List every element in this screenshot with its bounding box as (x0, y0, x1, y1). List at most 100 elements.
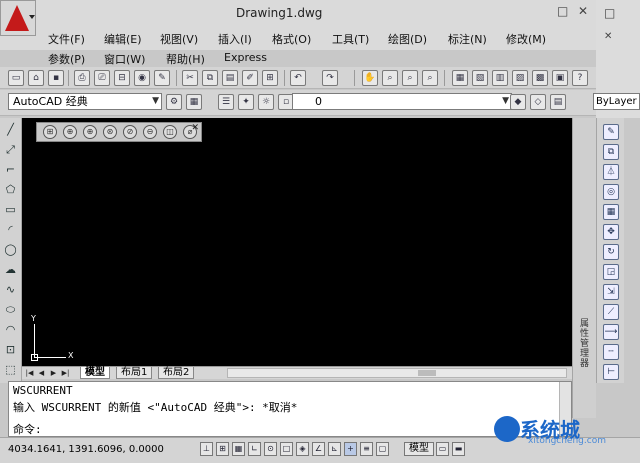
markup-icon[interactable]: ▩ (532, 70, 548, 86)
ellipse-icon[interactable]: ⬭ (3, 302, 18, 317)
make-current-layer-icon[interactable]: ◆ (510, 94, 526, 110)
polyline-icon[interactable]: ⌐ (3, 162, 18, 177)
model-space-button[interactable]: 模型 (404, 442, 434, 456)
layer-manager-icon[interactable]: ☰ (218, 94, 234, 110)
menu-view[interactable]: 视图(V) (160, 31, 198, 47)
tool-palettes-icon[interactable]: ▥ (492, 70, 508, 86)
design-center-icon[interactable]: ▧ (472, 70, 488, 86)
calculator-icon[interactable]: ▣ (552, 70, 568, 86)
infer-constraints-icon[interactable]: ⊥ (200, 442, 213, 456)
layer-select[interactable]: 0 ▼ (292, 93, 512, 110)
menu-window[interactable]: 窗口(W) (104, 51, 145, 67)
drawing-canvas[interactable] (22, 118, 572, 366)
join-icon[interactable]: ⊢ (603, 364, 619, 380)
layer-previous-icon[interactable]: ◇ (530, 94, 546, 110)
break-icon[interactable]: ╌ (603, 344, 619, 360)
zoom-previous-icon[interactable]: ⌕ (422, 70, 438, 86)
etransmit-icon[interactable]: ✎ (154, 70, 170, 86)
menu-file[interactable]: 文件(F) (48, 31, 85, 47)
quick-view-drawings-icon[interactable]: ▬ (452, 442, 465, 456)
offset-icon[interactable]: ◎ (603, 184, 619, 200)
copy-object-icon[interactable]: ⧉ (603, 144, 619, 160)
ellipse-arc-icon[interactable]: ◠ (3, 322, 18, 337)
insert-block-icon[interactable]: ⊡ (3, 342, 18, 357)
linetype-select[interactable]: ByLayer (593, 93, 640, 110)
mirror-icon[interactable]: ⏃ (603, 164, 619, 180)
dynamic-input-icon[interactable]: + (344, 442, 357, 456)
snap-mode-icon[interactable]: ⊞ (216, 442, 229, 456)
menu-express[interactable]: Express (224, 51, 267, 64)
stretch-icon[interactable]: ⇲ (603, 284, 619, 300)
undo-icon[interactable]: ↶ (290, 70, 306, 86)
layer-states-icon[interactable]: ▤ (550, 94, 566, 110)
print-preview-icon[interactable]: ⎚ (94, 70, 110, 86)
command-prompt[interactable]: 命令: (13, 421, 42, 437)
dynamic-ucs-icon[interactable]: ⊾ (328, 442, 341, 456)
first-tab-icon[interactable]: |◀ (24, 367, 35, 379)
3d-dwf-icon[interactable]: ◉ (134, 70, 150, 86)
circle-icon[interactable]: ◯ (3, 242, 18, 257)
view-cube-icon[interactable]: ⊞ (43, 125, 57, 139)
print-icon[interactable]: ⎙ (74, 70, 90, 86)
object-snap-icon[interactable]: □ (280, 442, 293, 456)
copy-icon[interactable]: ⧉ (202, 70, 218, 86)
walk-icon[interactable]: ◫ (163, 125, 177, 139)
properties-side-panel[interactable]: 属性管理器 (572, 118, 596, 418)
quick-properties-icon[interactable]: ▢ (376, 442, 389, 456)
block-editor-icon[interactable]: ⊞ (262, 70, 278, 86)
object-snap-tracking-icon[interactable]: ∠ (312, 442, 325, 456)
outer-close-button[interactable]: ✕ (604, 30, 612, 44)
lightbulb-icon[interactable]: ✦ (238, 94, 254, 110)
workspace-save-icon[interactable]: ▦ (186, 94, 202, 110)
menu-dimension[interactable]: 标注(N) (448, 31, 487, 47)
menu-draw[interactable]: 绘图(D) (388, 31, 427, 47)
make-block-icon[interactable]: ⬚ (3, 362, 18, 377)
last-tab-icon[interactable]: ▶| (60, 367, 71, 379)
match-properties-icon[interactable]: ✐ (242, 70, 258, 86)
application-menu-button[interactable] (0, 0, 36, 36)
orbit-icon[interactable]: ⊕ (63, 125, 77, 139)
publish-icon[interactable]: ⊟ (114, 70, 130, 86)
array-icon[interactable]: ▦ (603, 204, 619, 220)
next-tab-icon[interactable]: ▶ (48, 367, 59, 379)
menu-parametric[interactable]: 参数(P) (48, 51, 85, 67)
menu-insert[interactable]: 插入(I) (218, 31, 252, 47)
outer-restore-button[interactable]: □ (604, 6, 615, 20)
menu-edit[interactable]: 编辑(E) (104, 31, 142, 47)
grid-display-icon[interactable]: ▦ (232, 442, 245, 456)
3d-object-snap-icon[interactable]: ◈ (296, 442, 309, 456)
polygon-icon[interactable]: ⬠ (3, 182, 18, 197)
move-icon[interactable]: ✥ (603, 224, 619, 240)
scrollbar-thumb[interactable] (418, 370, 436, 376)
revision-cloud-icon[interactable]: ☁ (3, 262, 18, 277)
sheet-set-icon[interactable]: ▨ (512, 70, 528, 86)
swivel-icon[interactable]: ⊖ (143, 125, 157, 139)
lineweight-icon[interactable]: ≡ (360, 442, 373, 456)
erase-icon[interactable]: ✎ (603, 124, 619, 140)
adjust-distance-icon[interactable]: ⊘ (123, 125, 137, 139)
rectangle-icon[interactable]: ▭ (3, 202, 18, 217)
menu-modify[interactable]: 修改(M) (506, 31, 546, 47)
quick-view-layouts-icon[interactable]: ▭ (436, 442, 449, 456)
polar-tracking-icon[interactable]: ⊙ (264, 442, 277, 456)
close-icon[interactable]: ✕ (191, 123, 199, 133)
tab-layout1[interactable]: 布局1 (116, 367, 153, 379)
redo-icon[interactable]: ↷ (322, 70, 338, 86)
menu-format[interactable]: 格式(O) (272, 31, 311, 47)
rotate-icon[interactable]: ↻ (603, 244, 619, 260)
line-icon[interactable]: ╱ (3, 122, 18, 137)
paste-icon[interactable]: ▤ (222, 70, 238, 86)
menu-help[interactable]: 帮助(H) (166, 51, 205, 67)
properties-icon[interactable]: ▦ (452, 70, 468, 86)
workspace-select[interactable]: AutoCAD 经典 ▼ (8, 93, 162, 110)
restore-button[interactable]: □ (557, 4, 568, 18)
free-orbit-icon[interactable]: ⊕ (83, 125, 97, 139)
tab-layout2[interactable]: 布局2 (158, 367, 195, 379)
new-file-icon[interactable]: ▭ (8, 70, 24, 86)
construction-line-icon[interactable]: ⤢ (3, 142, 18, 157)
close-button[interactable]: ✕ (578, 4, 588, 18)
arc-icon[interactable]: ◜ (3, 222, 18, 237)
spline-icon[interactable]: ∿ (3, 282, 18, 297)
zoom-window-icon[interactable]: ⌕ (402, 70, 418, 86)
scale-icon[interactable]: ◲ (603, 264, 619, 280)
